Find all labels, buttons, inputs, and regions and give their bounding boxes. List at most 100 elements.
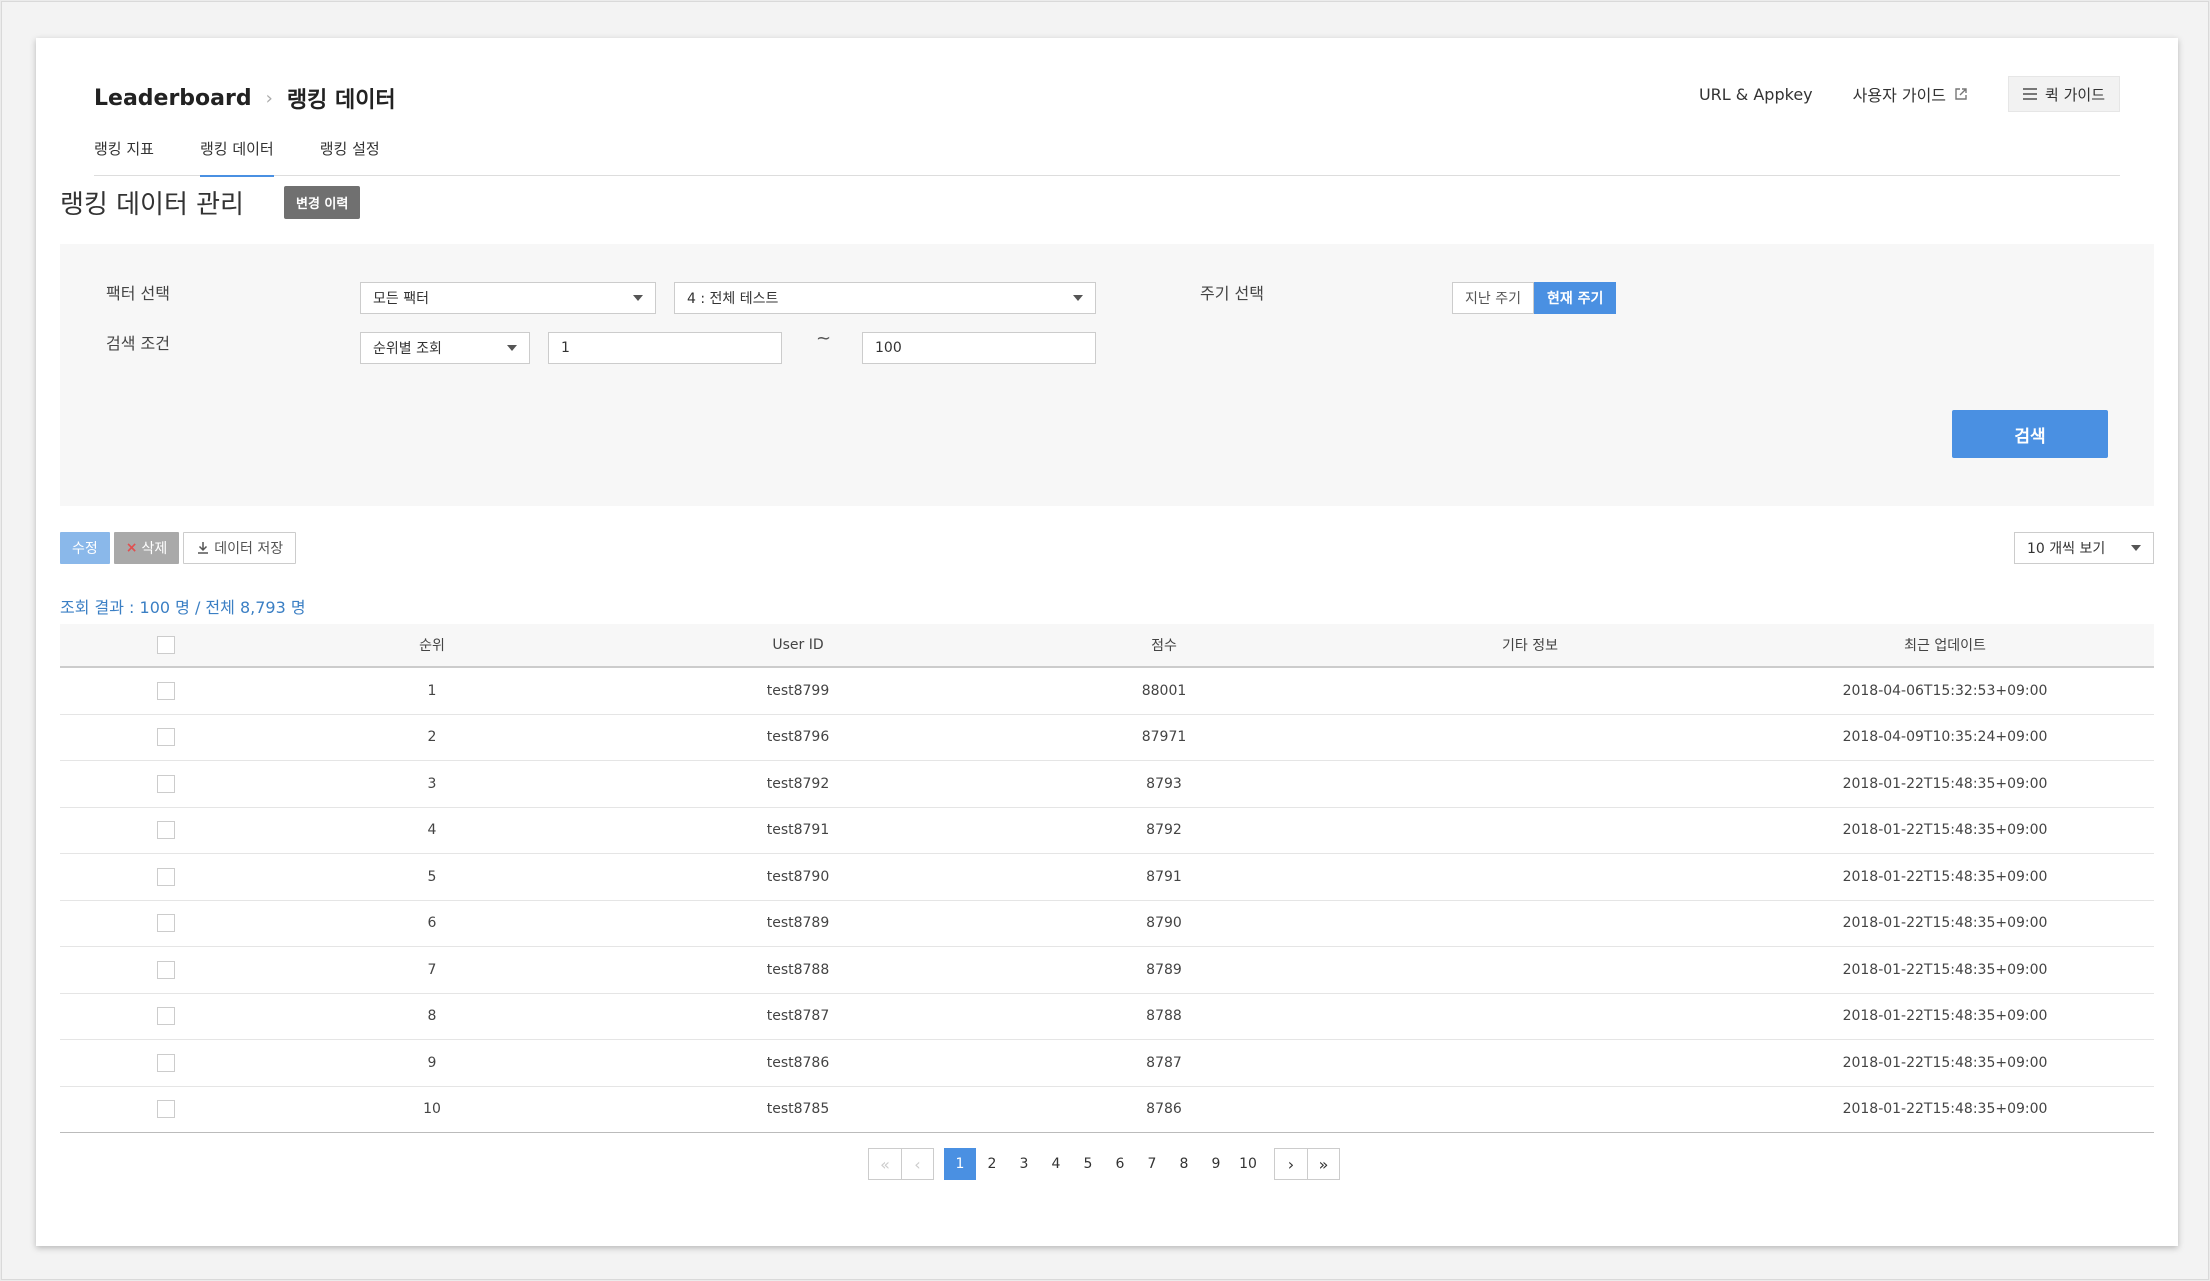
page-button-8[interactable]: 8 — [1168, 1148, 1200, 1180]
cell-user-id: test8791 — [766, 822, 830, 839]
url-appkey-link[interactable]: URL & Appkey — [1699, 85, 1813, 104]
row-checkbox[interactable] — [157, 774, 175, 793]
cell-score: 8786 — [1146, 1101, 1182, 1118]
table-row: 2 test8796 87971 2018-04-09T10:35:24+09:… — [60, 715, 2154, 761]
row-checkbox-cell — [60, 1100, 272, 1119]
page-button-5[interactable]: 5 — [1072, 1148, 1104, 1180]
cell-score: 8787 — [1146, 1054, 1182, 1071]
cell-updated: 2018-01-22T15:48:35+09:00 — [1842, 1101, 2048, 1118]
row-checkbox-cell — [60, 821, 272, 840]
leaderboard-select[interactable]: 4 : 전체 테스트 — [674, 282, 1096, 314]
page-button-2[interactable]: 2 — [976, 1148, 1008, 1180]
edit-button[interactable]: 수정 — [60, 532, 110, 564]
cell-rank: 9 — [427, 1054, 437, 1071]
cell-updated: 2018-01-22T15:48:35+09:00 — [1842, 822, 2048, 839]
page-button-3[interactable]: 3 — [1008, 1148, 1040, 1180]
leaderboard-select-value: 4 : 전체 테스트 — [687, 291, 779, 307]
tab-ranking-data[interactable]: 랭킹 데이터 — [199, 138, 274, 177]
caret-down-icon — [633, 295, 643, 301]
tab-bar: 랭킹 지표 랭킹 데이터 랭킹 설정 — [94, 138, 2120, 177]
page-button-1[interactable]: 1 — [944, 1148, 976, 1180]
header-score: 점수 — [1151, 638, 1177, 654]
condition-select[interactable]: 순위별 조회 — [360, 332, 530, 364]
period-last-button[interactable]: 지난 주기 — [1452, 282, 1534, 314]
cell-rank: 4 — [427, 822, 437, 839]
pagination-prev-group: « ‹ — [868, 1148, 934, 1180]
factor-select[interactable]: 모든 팩터 — [360, 282, 656, 314]
factor-label: 팩터 선택 — [106, 284, 170, 303]
page-button-9[interactable]: 9 — [1200, 1148, 1232, 1180]
header-updated: 최근 업데이트 — [1904, 638, 1986, 654]
save-data-button[interactable]: 데이터 저장 — [183, 532, 297, 564]
caret-down-icon — [1073, 295, 1083, 301]
page-size-select[interactable]: 10 개씩 보기 — [2014, 532, 2154, 564]
table-row: 9 test8786 8787 2018-01-22T15:48:35+09:0… — [60, 1040, 2154, 1087]
cell-score: 88001 — [1141, 682, 1187, 699]
select-all-checkbox[interactable] — [157, 636, 175, 654]
cell-score: 8792 — [1146, 822, 1182, 839]
row-checkbox[interactable] — [157, 960, 175, 979]
cell-rank: 6 — [427, 915, 437, 932]
first-page-icon[interactable]: « — [869, 1149, 901, 1179]
header-rank: 순위 — [419, 638, 445, 654]
breadcrumb-root[interactable]: Leaderboard — [94, 86, 252, 111]
cell-updated: 2018-04-06T15:32:53+09:00 — [1842, 682, 2048, 699]
change-history-button[interactable]: 변경 이력 — [283, 186, 361, 219]
row-checkbox-cell — [60, 914, 272, 933]
user-guide-link[interactable]: 사용자 가이드 — [1853, 82, 1968, 106]
delete-button[interactable]: × 삭제 — [113, 532, 180, 564]
page-button-4[interactable]: 4 — [1040, 1148, 1072, 1180]
cell-rank: 1 — [427, 682, 437, 699]
page-button-6[interactable]: 6 — [1104, 1148, 1136, 1180]
tab-ranking-metrics[interactable]: 랭킹 지표 — [94, 138, 154, 176]
header-checkbox-cell — [60, 636, 272, 654]
range-separator: ~ — [816, 328, 832, 349]
next-page-icon[interactable]: › — [1275, 1149, 1307, 1179]
row-checkbox[interactable] — [157, 821, 175, 840]
row-checkbox[interactable] — [157, 867, 175, 886]
quick-guide-button[interactable]: 퀵 가이드 — [2008, 76, 2120, 112]
period-current-button[interactable]: 현재 주기 — [1533, 282, 1617, 314]
period-toggle: 지난 주기 현재 주기 — [1452, 282, 1617, 314]
caret-down-icon — [507, 345, 517, 351]
cell-updated: 2018-01-22T15:48:35+09:00 — [1842, 961, 2048, 978]
cell-user-id: test8796 — [766, 729, 830, 746]
page-title-row: 랭킹 데이터 관리 변경 이력 — [60, 184, 361, 221]
row-checkbox[interactable] — [157, 914, 175, 933]
quick-guide-label: 퀵 가이드 — [2045, 85, 2105, 104]
page-button-10[interactable]: 10 — [1232, 1148, 1264, 1180]
table-row: 10 test8785 8786 2018-01-22T15:48:35+09:… — [60, 1087, 2154, 1133]
range-to-input[interactable]: 100 — [862, 332, 1096, 364]
page-button-7[interactable]: 7 — [1136, 1148, 1168, 1180]
row-checkbox[interactable] — [157, 728, 175, 747]
table-row: 6 test8789 8790 2018-01-22T15:48:35+09:0… — [60, 901, 2154, 947]
tab-ranking-settings[interactable]: 랭킹 설정 — [320, 138, 380, 176]
table-row: 3 test8792 8793 2018-01-22T15:48:35+09:0… — [60, 761, 2154, 808]
external-link-icon — [1955, 88, 1967, 100]
window-frame: Leaderboard › 랭킹 데이터 URL & Appkey 사용자 가이… — [1, 1, 2209, 1280]
table-body: 1 test8799 88001 2018-04-06T15:32:53+09:… — [60, 668, 2154, 1133]
cell-user-id: test8790 — [766, 868, 830, 885]
row-checkbox[interactable] — [157, 1053, 175, 1072]
range-from-input[interactable]: 1 — [548, 332, 782, 364]
user-guide-label: 사용자 가이드 — [1852, 86, 1947, 105]
cell-user-id: test8799 — [766, 682, 830, 699]
row-checkbox[interactable] — [157, 1007, 175, 1026]
cell-user-id: test8789 — [766, 915, 830, 932]
cell-updated: 2018-01-22T15:48:35+09:00 — [1842, 1054, 2048, 1071]
row-checkbox[interactable] — [157, 1100, 175, 1119]
cell-user-id: test8785 — [766, 1101, 830, 1118]
row-checkbox-cell — [60, 728, 272, 747]
row-checkbox[interactable] — [157, 681, 175, 700]
filter-panel: 팩터 선택 모든 팩터 4 : 전체 테스트 주기 선택 지난 주기 현재 주기… — [60, 244, 2154, 506]
factor-select-value: 모든 팩터 — [373, 291, 429, 307]
prev-page-icon[interactable]: ‹ — [901, 1149, 933, 1179]
row-checkbox-cell — [60, 681, 272, 700]
close-icon: × — [125, 540, 138, 556]
search-button[interactable]: 검색 — [1952, 410, 2108, 458]
delete-label: 삭제 — [141, 541, 168, 557]
row-checkbox-cell — [60, 960, 272, 979]
last-page-icon[interactable]: » — [1307, 1149, 1339, 1179]
row-checkbox-cell — [60, 867, 272, 886]
header-etc: 기타 정보 — [1502, 638, 1558, 654]
